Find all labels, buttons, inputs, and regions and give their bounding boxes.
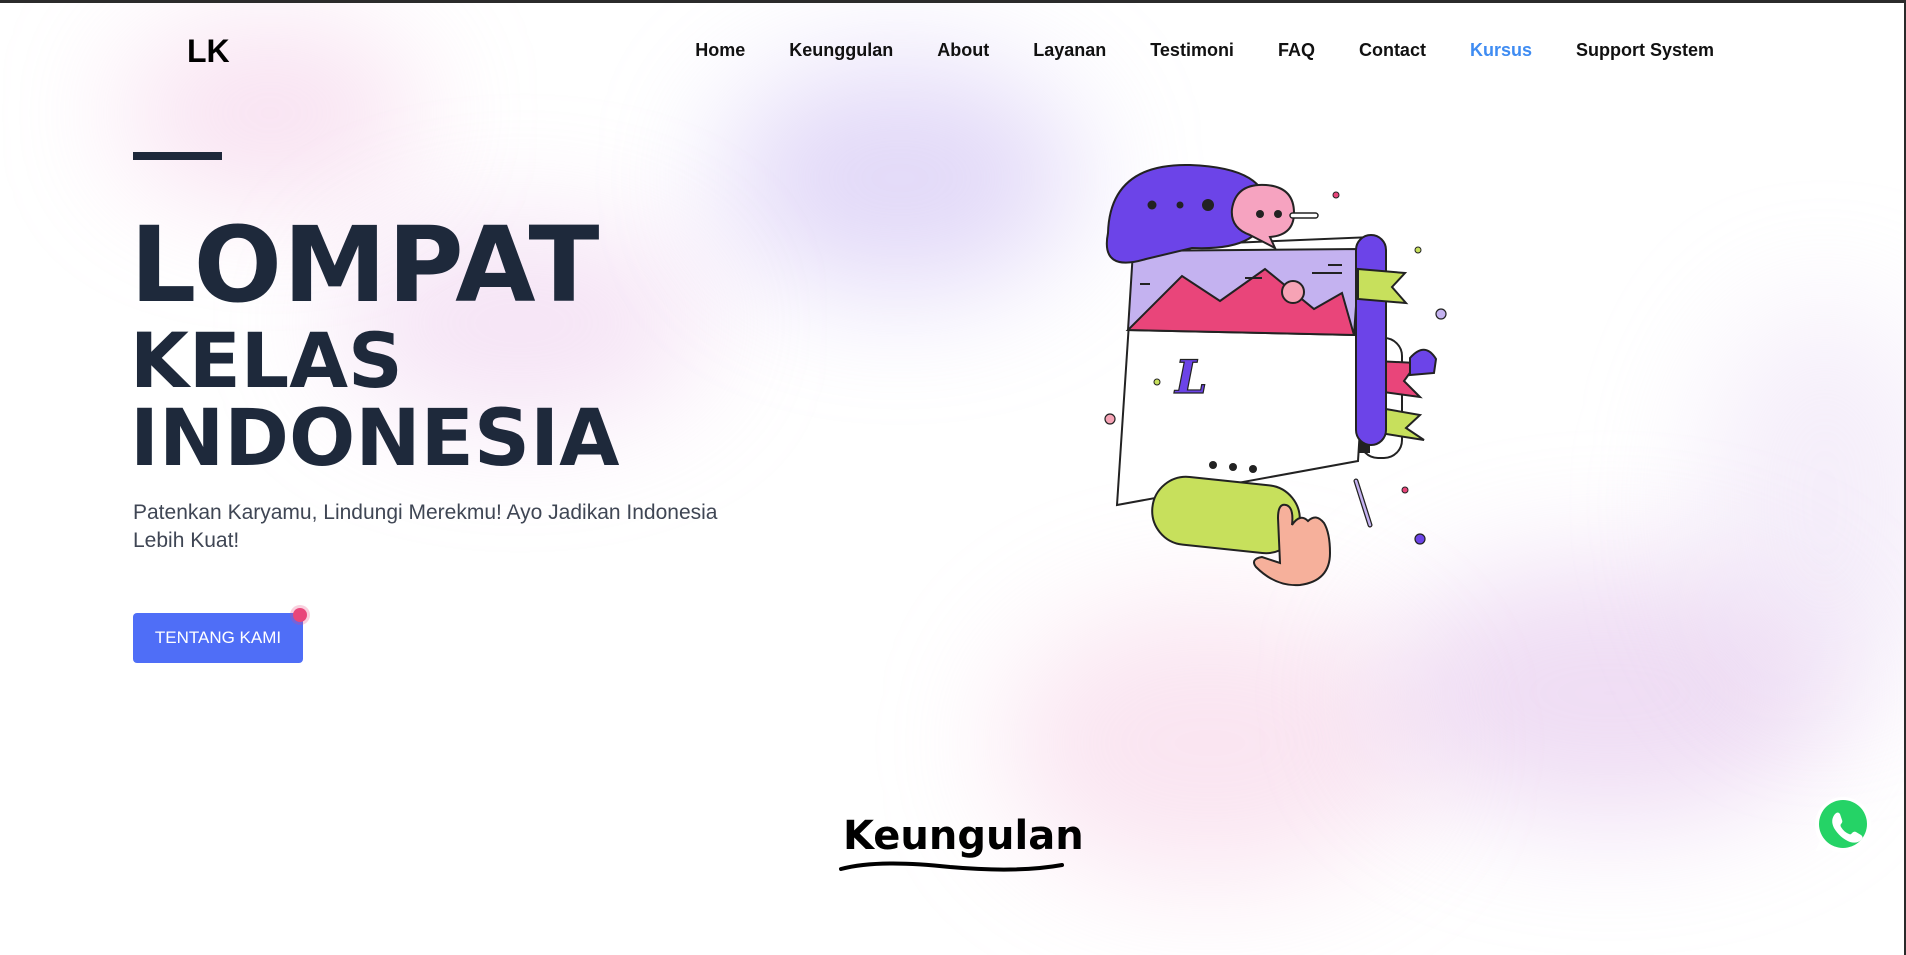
nav-faq[interactable]: FAQ [1278,40,1315,61]
nav-layanan[interactable]: Layanan [1033,40,1106,61]
nav-support-system[interactable]: Support System [1576,40,1714,61]
page: LK Home Keunggulan About Layanan Testimo… [0,0,1906,955]
nav-kursus[interactable]: Kursus [1470,40,1532,61]
section-title-underline [839,861,1064,872]
background-blob [720,63,1080,293]
hero-title-line3: INDONESIA [130,394,620,484]
nav-contact[interactable]: Contact [1359,40,1426,61]
hero-illustration: L [1104,163,1447,587]
nav-home[interactable]: Home [695,40,745,61]
hero-title-line1: LOMPAT [130,204,601,326]
hero-title-line2: KELAS [130,316,403,405]
tentang-kami-button[interactable]: TENTANG KAMI [133,613,303,663]
main-nav: Home Keunggulan About Layanan Testimoni … [695,40,1714,61]
site-logo[interactable]: LK [187,33,230,70]
notification-dot [293,608,307,622]
nav-keunggulan[interactable]: Keunggulan [789,40,893,61]
illustration-letter: L [1173,350,1207,404]
hero-subtitle: Patenkan Karyamu, Lindungi Merekmu! Ayo … [133,501,718,552]
nav-about[interactable]: About [937,40,989,61]
section-title-keungulan: Keungulan [843,813,1084,859]
nav-testimoni[interactable]: Testimoni [1150,40,1234,61]
hero-accent-line [133,152,222,160]
whatsapp-icon[interactable] [1812,794,1874,856]
background-blob [120,23,420,203]
